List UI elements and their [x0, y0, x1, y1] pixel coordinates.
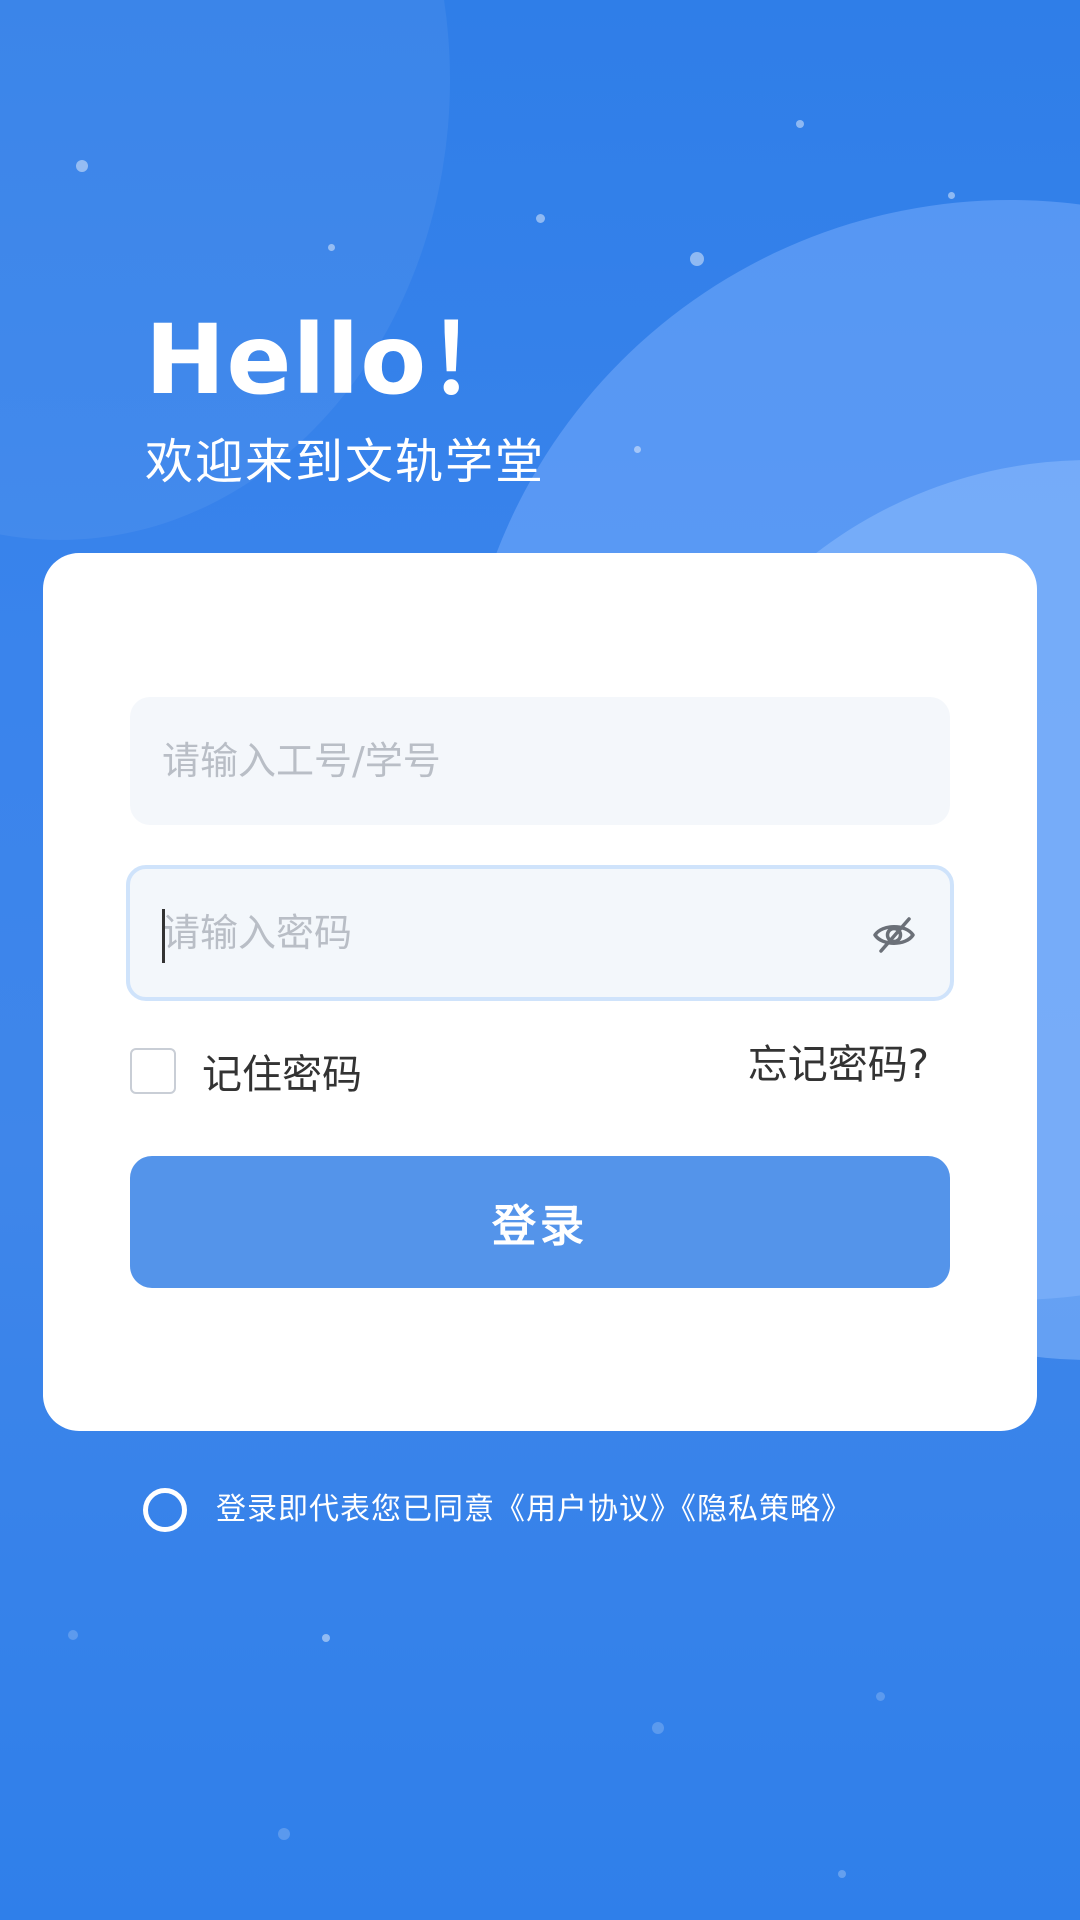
background-dot: [948, 192, 955, 199]
username-field[interactable]: [130, 697, 950, 825]
background-dot: [634, 446, 641, 453]
background-dot: [796, 120, 804, 128]
forgot-password-link[interactable]: 忘记密码?: [748, 1042, 929, 1088]
agreement-radio[interactable]: [143, 1488, 187, 1532]
remember-password[interactable]: 记住密码: [130, 1042, 362, 1100]
password-field[interactable]: [126, 865, 954, 1001]
password-input[interactable]: [162, 911, 918, 955]
background-dot: [536, 214, 545, 223]
background-dot: [652, 1722, 664, 1734]
background-dot: [278, 1828, 290, 1840]
background-dot: [838, 1870, 846, 1878]
background-dot: [328, 244, 335, 251]
greeting-subtitle: 欢迎来到文轨学堂: [145, 434, 546, 490]
background-dot: [322, 1634, 330, 1642]
eye-off-icon[interactable]: [872, 915, 916, 955]
remember-checkbox[interactable]: [130, 1048, 176, 1094]
login-button[interactable]: 登录: [130, 1156, 950, 1288]
agreement: 登录即代表您已同意《用户协议》《隐私策略》: [143, 1488, 852, 1532]
background-dot: [76, 160, 88, 172]
background-dot: [690, 252, 704, 266]
agreement-text: 登录即代表您已同意《用户协议》《隐私策略》: [216, 1492, 852, 1527]
username-input[interactable]: [162, 739, 918, 783]
greeting-title: Hello！: [145, 304, 525, 416]
text-cursor: [162, 909, 165, 963]
remember-label: 记住密码: [202, 1052, 362, 1098]
background-dot: [68, 1630, 78, 1640]
background-dot: [876, 1692, 885, 1701]
login-card: 记住密码 忘记密码? 登录: [43, 553, 1037, 1431]
